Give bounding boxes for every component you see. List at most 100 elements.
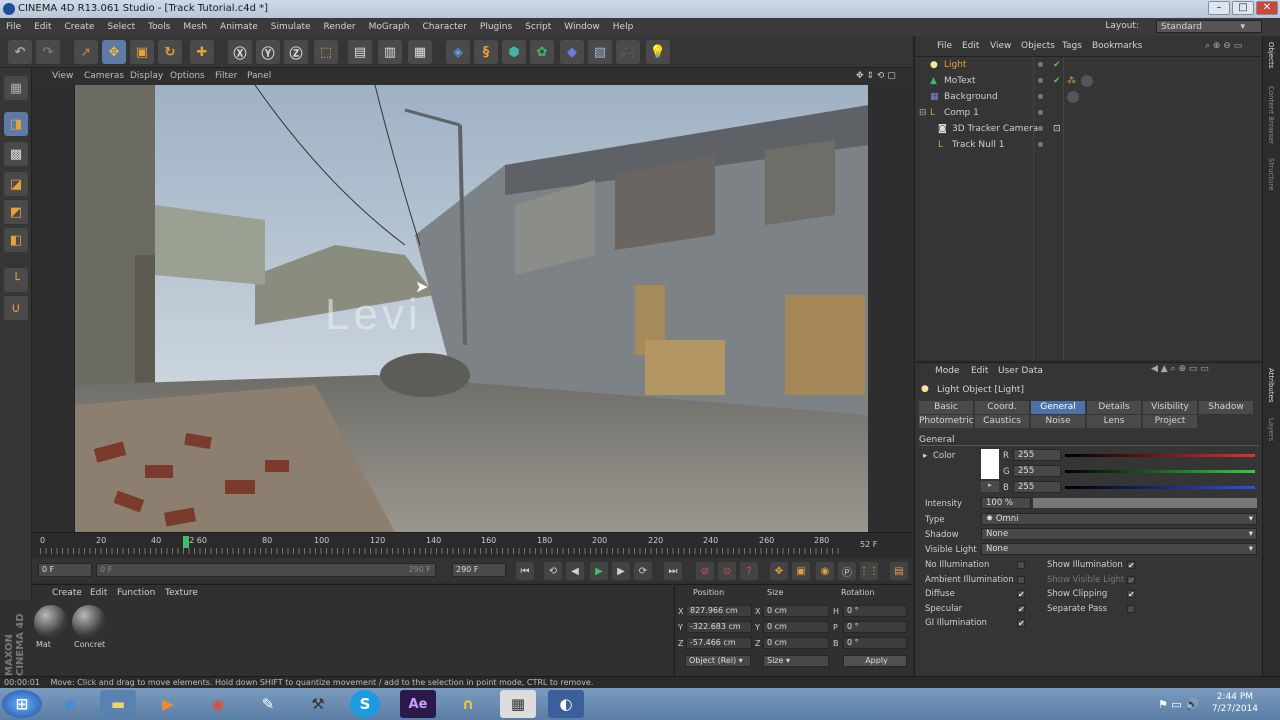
green-slider[interactable] (1065, 470, 1255, 473)
menu-mograph[interactable]: MoGraph (369, 22, 410, 32)
object-row-tracker-camera[interactable]: ◙ 3D Tracker Camera ⊡ (915, 121, 1263, 137)
gi-illumination-checkbox[interactable]: ✔ (1017, 619, 1025, 628)
end-frame-field[interactable]: 290 F (452, 563, 506, 577)
menu-file[interactable]: File (6, 22, 21, 32)
attr-nav-icons[interactable]: ◀ ▲ ⌕ ⊕ ▭ ▭ (1151, 364, 1209, 374)
next-frame-icon[interactable]: ▶ (612, 562, 630, 580)
internet-explorer-icon[interactable]: e (52, 690, 88, 718)
menu-script[interactable]: Script (525, 22, 551, 32)
attr-menu-edit[interactable]: Edit (971, 366, 988, 376)
no-illumination-checkbox[interactable] (1017, 561, 1025, 569)
cube-primitive-icon[interactable]: ◈ (446, 40, 470, 64)
undo-icon[interactable]: ↶ (8, 40, 32, 64)
autokeying-icon[interactable]: ⊙ (718, 562, 736, 580)
red-field[interactable]: 255 (1013, 449, 1061, 461)
position-y-field[interactable]: -322.683 cm (686, 621, 752, 633)
viewport-3d[interactable]: Levi ➤ (74, 85, 868, 532)
side-tab-objects[interactable]: Objects (1267, 42, 1275, 68)
tab-visibility[interactable]: Visibility (1143, 401, 1197, 414)
color-expand-icon[interactable]: ▸ (923, 451, 927, 461)
tab-shadow[interactable]: Shadow (1199, 401, 1253, 414)
enabled-check-icon[interactable]: ✔ (1053, 57, 1061, 73)
menu-plugins[interactable]: Plugins (480, 22, 512, 32)
play-icon[interactable]: ▶ (590, 562, 608, 580)
menu-mesh[interactable]: Mesh (183, 22, 207, 32)
camera-icon[interactable]: 🎥 (616, 40, 640, 64)
color-mode-icon[interactable]: ▸ (981, 481, 999, 492)
next-key-icon[interactable]: ⟳ (634, 562, 652, 580)
viewport-menu-display[interactable]: Display (130, 71, 163, 81)
sketch-app-icon[interactable]: ✎ (250, 690, 286, 718)
y-axis-lock-icon[interactable]: Ⓨ (256, 40, 280, 64)
visibility-dot[interactable] (1038, 110, 1043, 115)
red-slider[interactable] (1065, 454, 1255, 457)
points-mode-icon[interactable]: ◪ (4, 172, 28, 196)
tab-details[interactable]: Details (1087, 401, 1141, 414)
green-field[interactable]: 255 (1013, 465, 1061, 477)
object-row-comp1[interactable]: ⊟ L Comp 1 (915, 105, 1263, 121)
diffuse-checkbox[interactable]: ✔ (1017, 590, 1025, 599)
snap-magnet-icon[interactable]: ∪ (4, 296, 28, 320)
collapse-icon[interactable]: ⊟ (919, 105, 927, 121)
objmgr-menu-bookmarks[interactable]: Bookmarks (1092, 41, 1142, 51)
tab-general[interactable]: General (1031, 401, 1085, 414)
timeline-window-icon[interactable]: ▤ (890, 562, 908, 580)
enabled-check-icon[interactable]: ✔ (1053, 73, 1061, 89)
render-picture-viewer-icon[interactable]: ▥ (378, 40, 402, 64)
visibility-dot[interactable] (1038, 126, 1043, 131)
coord-mode-select[interactable]: Object (Rel) ▾ (685, 655, 751, 667)
render-view-icon[interactable]: ▤ (348, 40, 372, 64)
tools-app-icon[interactable]: ⚒ (300, 690, 336, 718)
file-explorer-icon[interactable]: ▬ (100, 690, 136, 718)
go-to-start-icon[interactable]: ⏮ (516, 562, 534, 580)
objmgr-menu-file[interactable]: File (937, 41, 952, 51)
skype-icon[interactable]: S (350, 690, 380, 718)
tab-caustics[interactable]: Caustics (975, 415, 1029, 428)
x-axis-lock-icon[interactable]: Ⓧ (228, 40, 252, 64)
go-to-end-icon[interactable]: ⏭ (664, 562, 682, 580)
record-scale-icon[interactable]: ▣ (792, 562, 810, 580)
visible-light-select[interactable]: None ▾ (981, 543, 1257, 555)
attr-menu-user-data[interactable]: User Data (998, 366, 1043, 376)
side-tab-content-browser[interactable]: Content Browser (1267, 86, 1275, 144)
coordinate-system-icon[interactable]: ⬚ (314, 40, 338, 64)
specular-checkbox[interactable]: ✔ (1017, 605, 1025, 614)
preview-range-slider[interactable]: 0 F 290 F (96, 563, 436, 577)
side-tab-structure[interactable]: Structure (1267, 158, 1275, 191)
objmgr-search-icons[interactable]: ⌕ ⊕ ⊖ ▭ (1205, 41, 1242, 51)
close-button[interactable]: ✕ (1256, 1, 1278, 15)
scale-icon[interactable]: ▣ (130, 40, 154, 64)
material-mat-swatch[interactable] (34, 605, 68, 639)
minimize-button[interactable]: – (1208, 1, 1230, 15)
spline-icon[interactable]: § (474, 40, 498, 64)
intensity-slider[interactable] (1033, 498, 1257, 508)
tab-project[interactable]: Project (1143, 415, 1197, 428)
visibility-dot[interactable] (1038, 94, 1043, 99)
texture-mode-icon[interactable]: ▩ (4, 142, 28, 166)
render-settings-icon[interactable]: ▦ (408, 40, 432, 64)
headphones-icon[interactable]: ∩ (450, 690, 486, 718)
light-bulb-icon[interactable]: 💡 (646, 40, 670, 64)
rotation-h-field[interactable]: 0 ° (843, 605, 907, 617)
chrome-icon[interactable]: ◉ (200, 690, 236, 718)
record-keys-icon[interactable]: ⊘ (696, 562, 714, 580)
object-row-light[interactable]: ● Light ✔ (915, 57, 1263, 73)
record-point-level-icon[interactable]: ⋮⋮ (859, 562, 879, 580)
material-menu-function[interactable]: Function (117, 588, 155, 598)
playhead[interactable] (183, 536, 190, 548)
keyframe-selection-icon[interactable]: ? (740, 562, 758, 580)
tab-photometric[interactable]: Photometric (919, 415, 974, 428)
move-icon[interactable]: ✥ (102, 40, 126, 64)
position-x-field[interactable]: 827.966 cm (686, 605, 752, 617)
floor-icon[interactable]: ▧ (588, 40, 612, 64)
rotation-p-field[interactable]: 0 ° (843, 621, 907, 633)
nurbs-icon[interactable]: ⬢ (502, 40, 526, 64)
viewport-menu-filter[interactable]: Filter (215, 71, 237, 81)
color-swatch[interactable] (981, 449, 999, 479)
size-mode-select[interactable]: Size ▾ (763, 655, 829, 667)
objmgr-menu-edit[interactable]: Edit (962, 41, 979, 51)
add-object-icon[interactable]: ✚ (190, 40, 214, 64)
start-frame-field[interactable]: 0 F (38, 563, 92, 577)
mograph-tag-icon[interactable]: ⁂ (1067, 73, 1076, 89)
cinema4d-taskbar-icon[interactable]: ◐ (548, 690, 584, 718)
